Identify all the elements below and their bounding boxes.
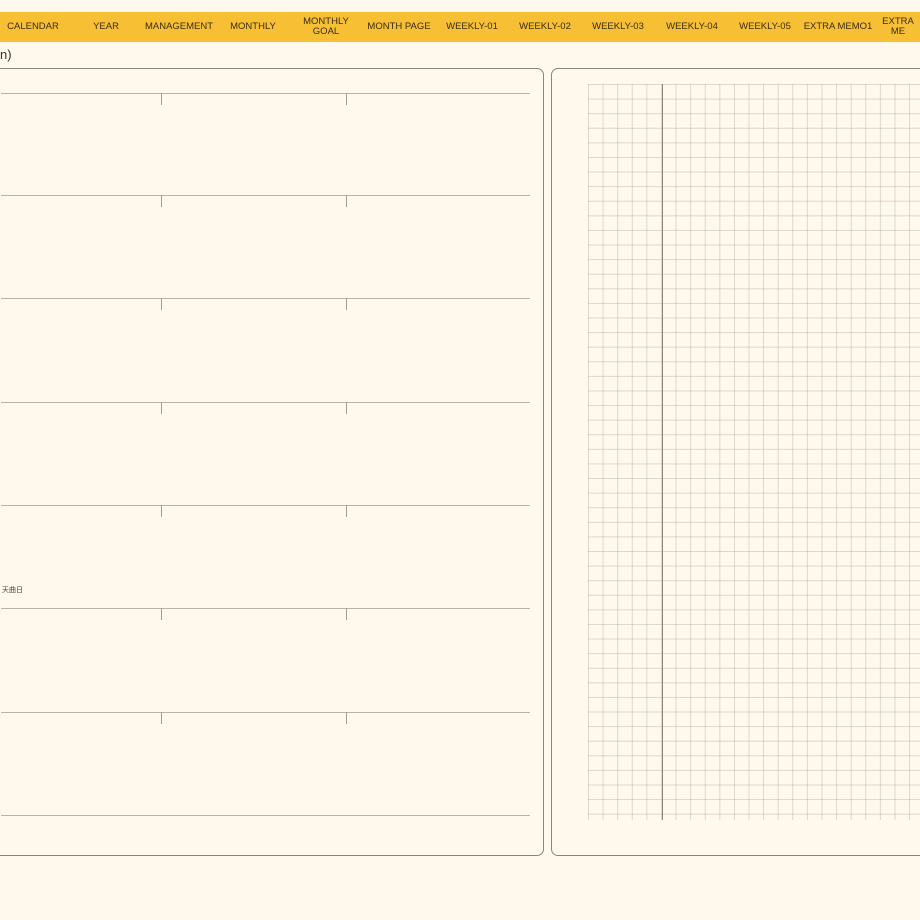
tab-month-page[interactable]: MONTH PAGE — [362, 12, 436, 42]
tab-extra-memo2[interactable]: EXTRA ME — [876, 12, 920, 42]
row-divider — [1, 93, 530, 94]
column-tick — [161, 195, 162, 207]
tab-monthly-goal[interactable]: MONTHLY GOAL — [290, 12, 362, 42]
column-tick — [161, 712, 162, 724]
column-tick — [346, 608, 347, 620]
column-tick — [346, 298, 347, 310]
row-divider — [1, 298, 530, 299]
tab-year[interactable]: YEAR — [72, 12, 140, 42]
column-tick — [161, 298, 162, 310]
column-tick — [161, 608, 162, 620]
tab-calendar[interactable]: CALENDAR — [0, 12, 66, 42]
tab-extra-memo1[interactable]: EXTRA MEMO1 — [802, 12, 874, 42]
row-divider — [1, 402, 530, 403]
column-tick — [346, 712, 347, 724]
tab-management[interactable]: MANAGEMENT — [142, 12, 216, 42]
grid-margin-line — [662, 84, 663, 820]
weekly-schedule-panel — [0, 68, 544, 856]
column-tick — [346, 93, 347, 105]
header-note: n) — [0, 47, 12, 62]
tab-weekly-04[interactable]: WEEKLY-04 — [656, 12, 728, 42]
column-tick — [161, 93, 162, 105]
tab-weekly-02[interactable]: WEEKLY-02 — [509, 12, 581, 42]
row-divider — [1, 195, 530, 196]
tab-bar: CALENDAR YEAR MANAGEMENT MONTHLY MONTHLY… — [0, 12, 920, 42]
column-tick — [161, 505, 162, 517]
day-note: 天曲日 — [2, 587, 23, 594]
row-divider — [1, 712, 530, 713]
column-tick — [346, 505, 347, 517]
tab-weekly-05[interactable]: WEEKLY-05 — [729, 12, 801, 42]
tab-weekly-01[interactable]: WEEKLY-01 — [436, 12, 508, 42]
column-tick — [346, 195, 347, 207]
column-tick — [161, 402, 162, 414]
row-divider — [1, 815, 530, 816]
grid-paper[interactable] — [588, 84, 920, 820]
row-divider — [1, 505, 530, 506]
column-tick — [346, 402, 347, 414]
tab-weekly-03[interactable]: WEEKLY-03 — [582, 12, 654, 42]
row-divider — [1, 608, 530, 609]
tab-monthly[interactable]: MONTHLY — [218, 12, 288, 42]
